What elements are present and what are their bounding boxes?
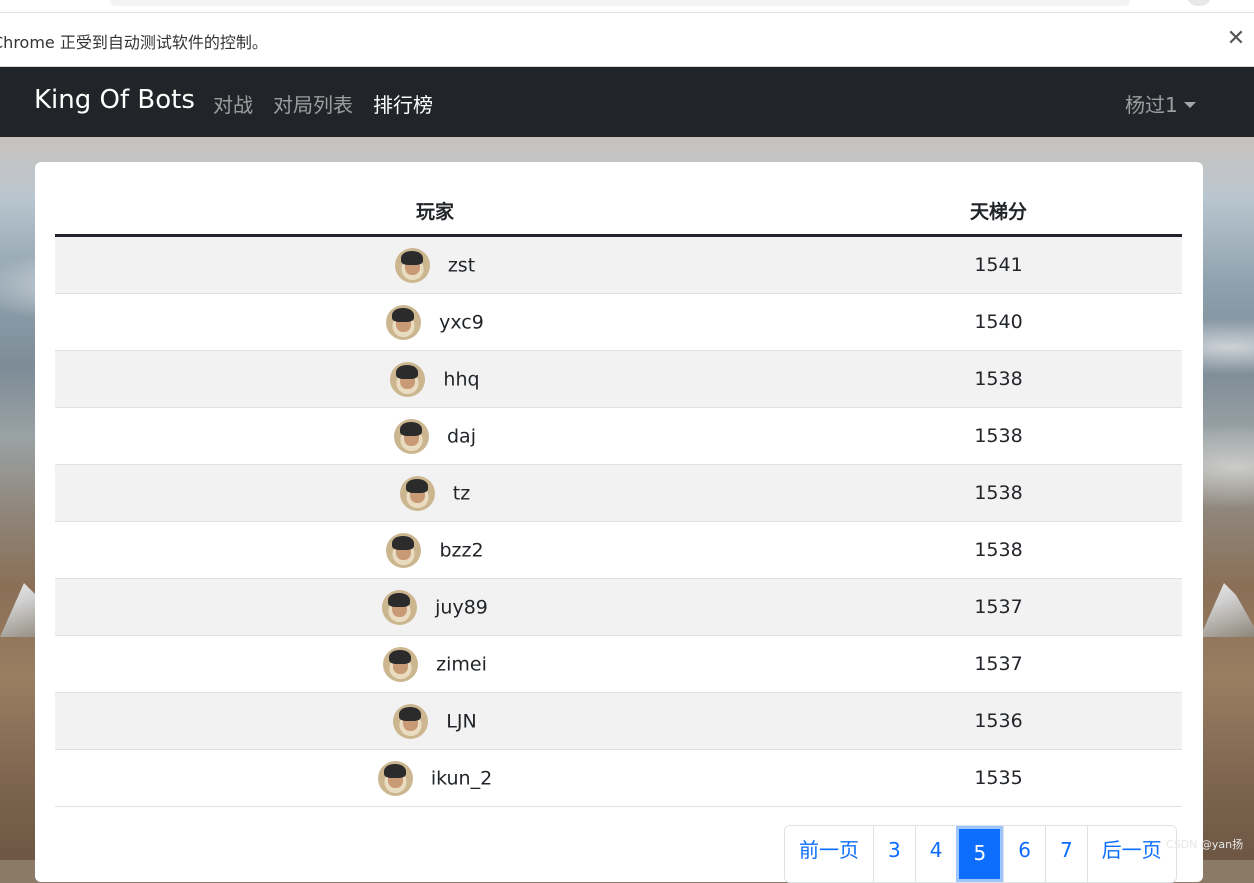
avatar-hair — [399, 706, 422, 721]
table-row: daj 1538 — [55, 407, 1182, 465]
next-page-button[interactable]: 后一页 — [1086, 826, 1176, 882]
player-name: ikun_2 — [430, 767, 493, 789]
table-row: tz 1538 — [55, 464, 1182, 522]
avatar — [399, 475, 435, 511]
player-name: hhq — [443, 368, 480, 390]
pagination: 前一页 3 4 5 6 7 后一页 — [784, 825, 1177, 883]
mountain-right — [1200, 583, 1254, 637]
automation-infobar: Chrome 正受到自动测试软件的控制。 ✕ — [0, 13, 1254, 67]
page-button-4[interactable]: 4 — [914, 826, 957, 882]
avatar-hair — [389, 649, 412, 664]
table-row: ikun_2 1535 — [55, 749, 1182, 807]
username: 杨过1 — [1125, 93, 1178, 117]
player-name: zimei — [436, 653, 487, 675]
rating-cell: 1541 — [815, 235, 1182, 294]
table-row: LJN 1536 — [55, 692, 1182, 750]
table-header-row: 玩家 天梯分 — [55, 186, 1182, 237]
player-cell: zimei — [55, 635, 815, 693]
table-row: juy89 1537 — [55, 578, 1182, 636]
player-name: zst — [447, 254, 476, 276]
avatar-hair — [396, 364, 419, 379]
infobar-message: Chrome 正受到自动测试软件的控制。 — [0, 33, 268, 52]
rating-cell: 1535 — [815, 749, 1182, 807]
avatar — [383, 646, 419, 682]
avatar — [386, 304, 422, 340]
avatar-hair — [388, 592, 411, 607]
ranklist-body: zst 1541 yxc9 1540 hhq 1538 daj 1538 tz 1538 bzz2 1… — [55, 235, 1182, 807]
player-name: daj — [447, 425, 476, 447]
rating-cell: 1537 — [815, 578, 1182, 636]
page-button-3[interactable]: 3 — [873, 826, 915, 882]
nav-link-record[interactable]: 对局列表 — [273, 89, 353, 118]
close-icon[interactable]: ✕ — [1224, 25, 1248, 53]
avatar — [382, 589, 418, 625]
table-row: hhq 1538 — [55, 350, 1182, 408]
avatar — [386, 532, 422, 568]
rating-cell: 1536 — [815, 692, 1182, 750]
player-cell: ikun_2 — [55, 749, 815, 807]
avatar-hair — [383, 763, 406, 778]
table-row: bzz2 1538 — [55, 521, 1182, 579]
ranklist-card: 玩家 天梯分 zst 1541 yxc9 1540 hhq 1538 daj 1538 tz 15… — [35, 162, 1203, 883]
page-button-5-active[interactable]: 5 — [956, 826, 1004, 882]
table-row: yxc9 1540 — [55, 293, 1182, 351]
rating-cell: 1540 — [815, 293, 1182, 351]
rating-cell: 1538 — [815, 464, 1182, 522]
player-cell: hhq — [55, 350, 815, 408]
avatar-hair — [392, 535, 415, 550]
profile-icon[interactable] — [1188, 0, 1210, 6]
player-cell: yxc9 — [55, 293, 815, 351]
player-name: LJN — [446, 710, 477, 732]
avatar-hair — [405, 478, 428, 493]
player-cell: daj — [55, 407, 815, 465]
rating-cell: 1538 — [815, 407, 1182, 465]
rating-cell: 1538 — [815, 521, 1182, 579]
table-row: zst 1541 — [55, 235, 1182, 294]
rating-cell: 1538 — [815, 350, 1182, 408]
avatar — [377, 760, 413, 796]
avatar-hair — [400, 250, 423, 265]
chevron-down-icon — [1183, 102, 1196, 108]
brand-link[interactable]: King Of Bots — [34, 85, 195, 115]
player-cell: LJN — [55, 692, 815, 750]
address-bar[interactable] — [110, 0, 1130, 6]
header-rating: 天梯分 — [815, 186, 1182, 237]
avatar — [394, 247, 430, 283]
player-name: juy89 — [435, 596, 488, 618]
player-cell: zst — [55, 235, 815, 294]
avatar-hair — [392, 307, 415, 322]
player-name: yxc9 — [439, 311, 484, 333]
header-player: 玩家 — [55, 186, 815, 237]
prev-page-button[interactable]: 前一页 — [785, 826, 873, 882]
nav-link-pk[interactable]: 对战 — [213, 89, 253, 118]
avatar — [393, 703, 429, 739]
page-button-7[interactable]: 7 — [1044, 826, 1087, 882]
browser-top-strip — [0, 0, 1254, 13]
player-name: tz — [452, 482, 471, 504]
avatar-hair — [400, 421, 422, 436]
watermark: CSDN @yan扬 — [1166, 838, 1244, 851]
ranklist-table: 玩家 天梯分 zst 1541 yxc9 1540 hhq 1538 daj 1538 tz 15… — [55, 186, 1182, 807]
rating-cell: 1537 — [815, 635, 1182, 693]
avatar — [394, 418, 429, 454]
player-cell: bzz2 — [55, 521, 815, 579]
user-dropdown[interactable]: 杨过1 — [1125, 89, 1196, 118]
player-name: bzz2 — [439, 539, 484, 561]
player-cell: juy89 — [55, 578, 815, 636]
page-button-6[interactable]: 6 — [1003, 826, 1045, 882]
table-row: zimei 1537 — [55, 635, 1182, 693]
avatar — [390, 361, 426, 397]
player-cell: tz — [55, 464, 815, 522]
nav-link-ranklist[interactable]: 排行榜 — [373, 89, 433, 118]
navbar: King Of Bots 对战 对局列表 排行榜 杨过1 — [0, 67, 1254, 137]
